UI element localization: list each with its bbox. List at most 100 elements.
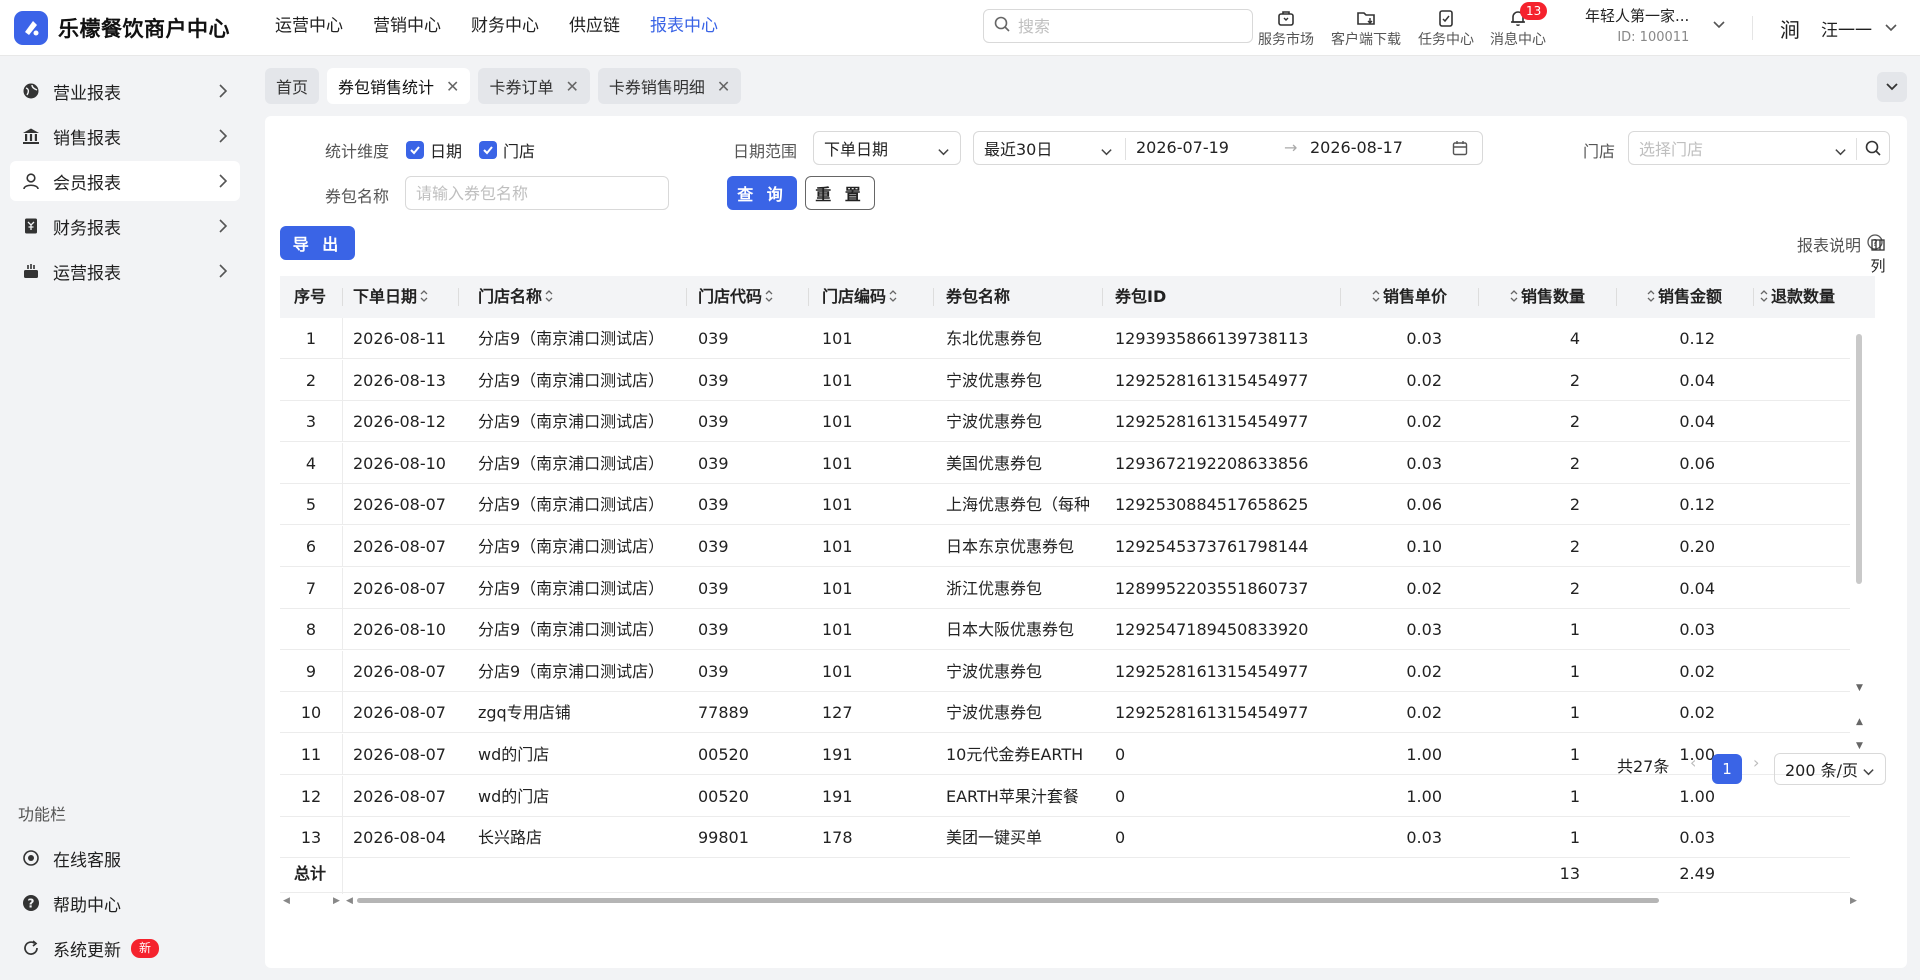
topnav-supply-chain[interactable]: 供应链 [554,0,635,56]
cell-package-id: 1293935866139738113 [1115,329,1309,348]
scroll-left-arrow-icon[interactable]: ◀ [346,896,353,906]
tool-message-center[interactable]: 消息中心 13 [1490,2,1548,52]
table-row[interactable]: 11 2026-08-07 wd的门店 00520 191 10元代金券EARTH 0 1.0… [280,734,1850,775]
divider [458,288,459,306]
table-row[interactable]: 5 2026-08-07 分店9（南京浦口测试店） 039 101 上海优惠券包（每种 12… [280,484,1850,526]
export-button[interactable]: 导 出 [280,226,355,260]
dimension-date-checkbox[interactable]: 日期 [406,138,462,162]
tab-home[interactable]: 首页 [265,68,320,104]
store-select[interactable]: 选择门店 [1628,131,1890,165]
account-switcher[interactable]: 年轻人第一家... ID: 100011 [1585,2,1689,52]
cell-store-code: 039 [698,329,729,348]
tool-label: 服务市场 [1258,32,1314,48]
column-header-store-name[interactable]: 门店名称 [478,276,553,318]
prev-page-icon[interactable]: ‹ [1690,753,1696,772]
scroll-down-arrow-icon[interactable]: ▼ [1856,683,1863,693]
sidebar-item-sales-report[interactable]: 销售报表 [10,116,240,156]
table-row[interactable]: 4 2026-08-10 分店9（南京浦口测试店） 039 101 美国优惠券包 12936… [280,442,1850,484]
scroll-down-arrow-icon[interactable]: ▼ [1856,741,1863,751]
column-settings-button[interactable]: 列 [1863,236,1893,276]
table-row[interactable]: 1 2026-08-11 分店9（南京浦口测试店） 039 101 东北优惠券包 12939… [280,318,1850,359]
sidebar-item-system-update[interactable]: 系统更新 新 [10,928,240,968]
close-icon[interactable]: ✕ [446,77,459,96]
table-row[interactable]: 2 2026-08-13 分店9（南京浦口测试店） 039 101 宁波优惠券包 12925… [280,359,1850,401]
column-header-order-date[interactable]: 下单日期 [353,276,428,318]
next-page-icon[interactable]: › [1753,753,1759,772]
sort-icon [545,277,553,319]
tab-coupon-package-sales[interactable]: 券包销售统计 ✕ [327,68,471,104]
table-row[interactable]: 7 2026-08-07 分店9（南京浦口测试店） 039 101 浙江优惠券包 12899… [280,567,1850,609]
sidebar-item-online-service[interactable]: 在线客服 [10,838,240,878]
cell-row-index: 8 [305,620,317,640]
scroll-up-arrow-icon[interactable]: ▲ [1856,717,1863,727]
topnav-operations[interactable]: 运营中心 [260,0,358,56]
tool-client-download[interactable]: 客户端下载 [1331,4,1401,52]
scroll-right-arrow-icon[interactable]: ▶ [1850,896,1857,906]
cell-store-number: 101 [822,537,853,556]
table-row[interactable]: 3 2026-08-12 分店9（南京浦口测试店） 039 101 宁波优惠券包 12925… [280,401,1850,443]
sort-icon [1372,277,1380,319]
headset-icon [20,847,42,869]
sidebar-item-business-report[interactable]: 营业报表 [10,71,240,111]
cell-order-date: 2026-08-07 [353,703,446,723]
global-search[interactable] [983,9,1253,43]
cell-store-code: 00520 [698,786,749,806]
total-quantity: 13 [1559,864,1580,883]
column-header-refund-qty[interactable]: 退款数量 [1760,276,1855,318]
table-row[interactable]: 6 2026-08-07 分店9（南京浦口测试店） 039 101 日本东京优惠券包 129… [280,526,1850,567]
preset-select[interactable]: 最近30日 [984,136,1052,160]
column-header-quantity[interactable]: 销售数量 [1510,276,1585,318]
table-row[interactable]: 8 2026-08-10 分店9（南京浦口测试店） 039 101 日本大阪优惠券包 129… [280,609,1850,651]
cell-quantity: 2 [1569,578,1580,598]
scroll-right-arrow-icon[interactable]: ▶ [333,896,340,906]
column-header-amount[interactable]: 销售金额 [1647,276,1722,318]
query-button[interactable]: 查 询 [727,176,797,210]
column-header-store-number[interactable]: 门店编码 [822,276,897,318]
user-menu[interactable]: 涧 汪一一 [1775,10,1898,46]
sidebar-item-member-report[interactable]: 会员报表 [10,161,240,201]
table-vertical-scrollbar[interactable] [1856,334,1862,584]
app-logo[interactable]: 乐檬餐饮商户中心 [14,10,230,46]
close-icon[interactable]: ✕ [565,77,578,96]
divider [342,692,343,734]
date-type-select[interactable]: 下单日期 [813,131,961,165]
table-row[interactable]: 9 2026-08-07 分店9（南京浦口测试店） 039 101 宁波优惠券包 12925… [280,650,1850,692]
total-count: 共27条 [1617,757,1670,776]
tool-task-center[interactable]: 任务中心 [1418,4,1474,52]
column-header-unit-price[interactable]: 销售单价 [1372,276,1447,318]
search-icon[interactable] [1865,140,1881,160]
topnav-finance[interactable]: 财务中心 [456,0,554,56]
cell-package-id: 0 [1115,745,1126,764]
search-input[interactable] [1018,16,1218,36]
cell-store-name: wd的门店 [478,786,550,806]
reset-button[interactable]: 重 置 [805,176,875,210]
table-row[interactable]: 10 2026-08-07 zgq专用店铺 77889 127 宁波优惠券包 1292528… [280,692,1850,734]
scroll-left-arrow-icon[interactable]: ◀ [283,896,290,906]
tab-coupon-sales-detail[interactable]: 卡券销售明细 ✕ [597,68,742,104]
cell-store-name: 分店9（南京浦口测试店） [478,453,665,473]
end-date[interactable]: 2026-08-17 [1310,138,1403,157]
topnav-reports[interactable]: 报表中心 [635,0,733,56]
sidebar-item-operations-report[interactable]: 运营报表 [10,251,240,291]
package-name-input[interactable] [405,176,669,210]
tool-service-market[interactable]: 服务市场 [1258,4,1314,52]
table-row[interactable]: 12 2026-08-07 wd的门店 00520 191 EARTH苹果汁套餐 0 1.00… [280,775,1850,817]
sidebar-item-help-center[interactable]: ? 帮助中心 [10,883,240,923]
column-header-store-code[interactable]: 门店代码 [698,276,773,318]
page-1-button[interactable]: 1 [1712,754,1742,784]
topnav-marketing[interactable]: 营销中心 [358,0,456,56]
cell-store-number: 191 [822,786,853,806]
sidebar-item-finance-report[interactable]: 财务报表 [10,206,240,246]
cell-package-id: 1292528161315454977 [1115,661,1309,681]
tabs-dropdown-button[interactable] [1877,72,1907,102]
page-size-select[interactable]: 200 条/页 [1774,753,1886,785]
close-icon[interactable]: ✕ [717,77,730,96]
tab-coupon-orders[interactable]: 卡券订单 ✕ [478,68,590,104]
date-range-picker[interactable]: 最近30日 2026-07-19 → 2026-08-17 [973,131,1483,165]
table-horizontal-scrollbar[interactable] [357,898,1659,903]
chevron-down-icon[interactable] [1712,16,1726,35]
divider [1616,288,1617,306]
dimension-store-checkbox[interactable]: 门店 [479,138,535,162]
start-date[interactable]: 2026-07-19 [1136,138,1229,157]
cell-package-name: 浙江优惠券包 [946,578,1043,598]
